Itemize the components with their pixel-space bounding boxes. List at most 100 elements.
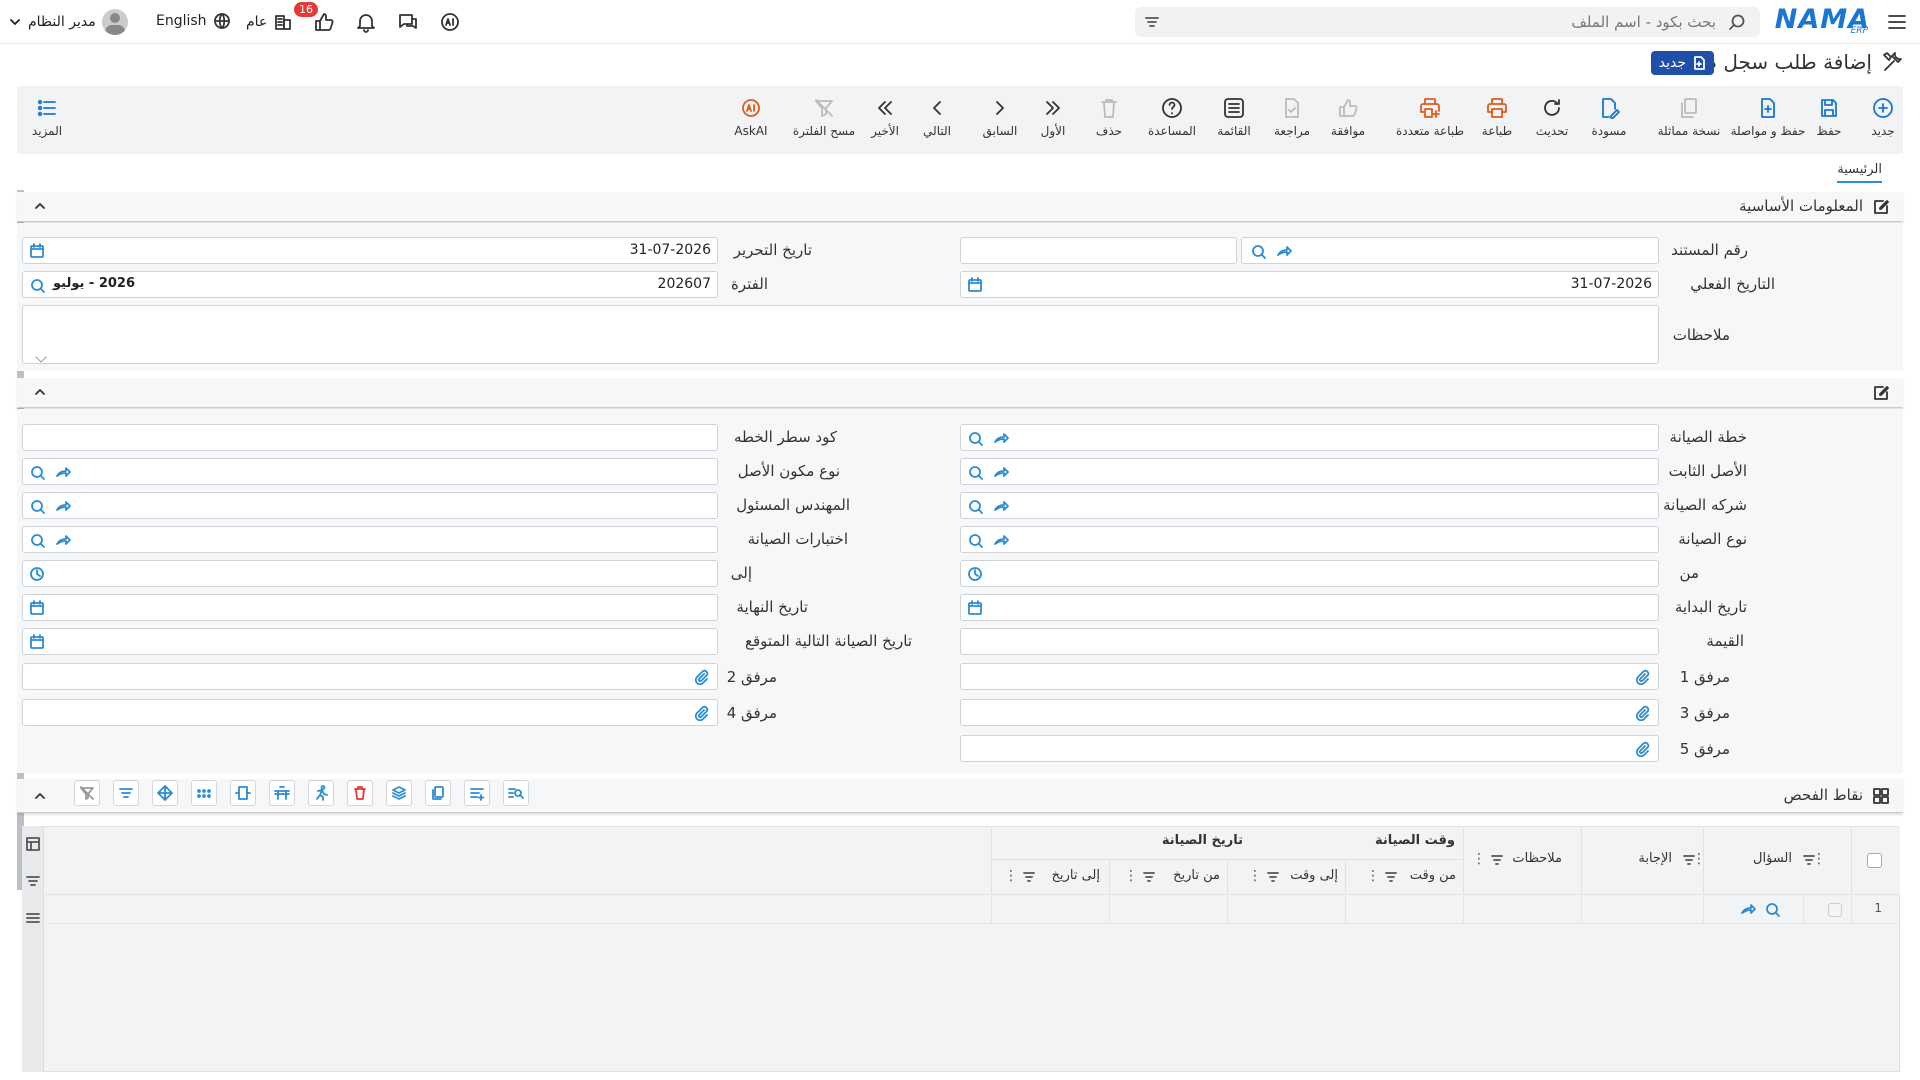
clock-icon[interactable] bbox=[967, 566, 983, 582]
paperclip-icon[interactable] bbox=[1634, 705, 1650, 721]
column-menu-icon[interactable]: ⋮ bbox=[1472, 851, 1486, 867]
calendar-icon[interactable] bbox=[29, 600, 45, 616]
attachment-4-field[interactable] bbox=[22, 699, 718, 726]
col-from-date[interactable]: من تاريخ bbox=[1173, 868, 1220, 883]
share-arrow-icon[interactable] bbox=[993, 498, 1009, 514]
add-row-icon[interactable] bbox=[464, 780, 490, 806]
previous-button[interactable]: السابق bbox=[970, 96, 1030, 138]
user-menu[interactable]: مدير النظام bbox=[8, 9, 128, 35]
type-field[interactable] bbox=[960, 526, 1659, 553]
search-refresh-icon[interactable] bbox=[29, 464, 45, 480]
first-button[interactable]: الأول bbox=[1023, 96, 1083, 138]
search-refresh-icon[interactable] bbox=[967, 498, 983, 514]
list-button[interactable]: القائمة bbox=[1204, 96, 1264, 138]
notes-textarea[interactable] bbox=[22, 305, 1659, 364]
basic-info-section-header[interactable]: المعلومات الأساسية bbox=[17, 192, 1903, 222]
attachment-1-field[interactable] bbox=[960, 663, 1659, 690]
share-arrow-icon[interactable] bbox=[55, 498, 71, 514]
next-date-field[interactable] bbox=[22, 628, 718, 655]
calendar-icon[interactable] bbox=[29, 243, 45, 259]
paperclip-icon[interactable] bbox=[1634, 669, 1650, 685]
share-arrow-icon[interactable] bbox=[1740, 901, 1756, 917]
search-refresh-icon[interactable] bbox=[967, 532, 983, 548]
print-button[interactable]: طباعة bbox=[1467, 96, 1527, 138]
menu-icon[interactable] bbox=[25, 910, 41, 926]
approve-button[interactable]: موافقة bbox=[1318, 96, 1378, 138]
share-arrow-icon[interactable] bbox=[993, 430, 1009, 446]
clear-filter-icon[interactable] bbox=[74, 780, 100, 806]
period-field[interactable]: 2026 - يوليو 202607 bbox=[22, 271, 718, 298]
column-menu-icon[interactable]: ⋮ bbox=[1124, 868, 1138, 884]
resize-handle[interactable] bbox=[35, 351, 47, 363]
tab-main[interactable]: الرئيسية bbox=[1837, 162, 1882, 183]
paperclip-icon[interactable] bbox=[1634, 741, 1650, 757]
duplicate-button[interactable]: نسخة مماثلة bbox=[1654, 96, 1724, 138]
refresh-button[interactable]: تحديث bbox=[1522, 96, 1582, 138]
share-arrow-icon[interactable] bbox=[55, 532, 71, 548]
engineer-field[interactable] bbox=[22, 492, 718, 519]
col-notes[interactable]: ملاحظات bbox=[1512, 851, 1562, 866]
move-icon[interactable] bbox=[152, 780, 178, 806]
copy-icon[interactable] bbox=[425, 780, 451, 806]
chevron-up-icon[interactable] bbox=[33, 199, 47, 213]
tests-field[interactable] bbox=[22, 526, 718, 553]
plan-line-field[interactable] bbox=[22, 424, 718, 451]
global-search[interactable]: بحث بكود - اسم الملف bbox=[1135, 7, 1760, 37]
save-continue-button[interactable]: حفظ و مواصلة bbox=[1728, 96, 1808, 138]
actual-date-field[interactable]: 31-07-2026 bbox=[960, 271, 1659, 298]
share-arrow-icon[interactable] bbox=[993, 464, 1009, 480]
attachment-3-field[interactable] bbox=[960, 699, 1659, 726]
paperclip-icon[interactable] bbox=[693, 669, 709, 685]
search-refresh-icon[interactable] bbox=[967, 430, 983, 446]
select-all-checkbox[interactable] bbox=[1867, 853, 1882, 868]
search-input[interactable]: بحث بكود - اسم الملف bbox=[1571, 13, 1716, 31]
calendar-icon[interactable] bbox=[967, 277, 983, 293]
col-from-time[interactable]: من وقت bbox=[1410, 868, 1456, 883]
column-filter-icon[interactable] bbox=[1266, 870, 1280, 884]
dots-grid-icon[interactable] bbox=[191, 780, 217, 806]
search-refresh-icon[interactable] bbox=[1764, 901, 1780, 917]
search-refresh-icon[interactable] bbox=[967, 464, 983, 480]
column-filter-icon[interactable] bbox=[1022, 870, 1036, 884]
filter-icon[interactable] bbox=[1143, 13, 1161, 31]
review-button[interactable]: مراجعة bbox=[1262, 96, 1322, 138]
from-time-field[interactable] bbox=[960, 560, 1659, 587]
ai-assistant-icon[interactable] bbox=[439, 11, 461, 33]
chat-icon[interactable] bbox=[397, 11, 419, 33]
chevron-up-icon[interactable] bbox=[33, 385, 47, 399]
column-menu-icon[interactable]: ⋮ bbox=[1692, 851, 1706, 867]
askai-button[interactable]: AskAI bbox=[721, 96, 781, 138]
more-button[interactable]: المزيد bbox=[17, 96, 77, 138]
attachment-5-field[interactable] bbox=[960, 735, 1659, 762]
column-menu-icon[interactable]: ⋮ bbox=[1248, 868, 1262, 884]
next-button[interactable]: التالي bbox=[907, 96, 967, 138]
table-row[interactable]: 1 bbox=[45, 896, 1900, 924]
search-refresh-icon[interactable] bbox=[29, 277, 45, 293]
workspace-switch[interactable]: عام bbox=[246, 12, 293, 32]
calendar-icon[interactable] bbox=[967, 600, 983, 616]
column-menu-icon[interactable]: ⋮ bbox=[1812, 851, 1826, 867]
draft-button[interactable]: مسودة bbox=[1579, 96, 1639, 138]
share-arrow-icon[interactable] bbox=[993, 532, 1009, 548]
component-type-field[interactable] bbox=[22, 458, 718, 485]
run-icon[interactable] bbox=[308, 780, 334, 806]
table-insert-icon[interactable] bbox=[269, 780, 295, 806]
thumbs-up-button[interactable]: 16 bbox=[294, 2, 336, 34]
share-arrow-icon[interactable] bbox=[1276, 243, 1292, 259]
filter-icon[interactable] bbox=[25, 873, 41, 889]
nama-logo[interactable]: NAMA ERP bbox=[1775, 4, 1870, 38]
end-date-field[interactable] bbox=[22, 594, 718, 621]
save-button[interactable]: حفظ bbox=[1799, 96, 1859, 138]
search-refresh-icon[interactable] bbox=[1250, 243, 1266, 259]
start-date-field[interactable] bbox=[960, 594, 1659, 621]
multi-print-button[interactable]: طباعة متعددة bbox=[1390, 96, 1470, 138]
new-button[interactable]: جديد bbox=[1853, 96, 1913, 138]
calendar-icon[interactable] bbox=[29, 634, 45, 650]
details-section-header[interactable] bbox=[17, 378, 1903, 408]
column-menu-icon[interactable]: ⋮ bbox=[1004, 868, 1018, 884]
clock-icon[interactable] bbox=[29, 566, 45, 582]
value-field[interactable] bbox=[960, 628, 1659, 655]
filter-lines-icon[interactable] bbox=[113, 780, 139, 806]
layers-icon[interactable] bbox=[386, 780, 412, 806]
col-to-time[interactable]: إلى وقت bbox=[1290, 868, 1338, 883]
